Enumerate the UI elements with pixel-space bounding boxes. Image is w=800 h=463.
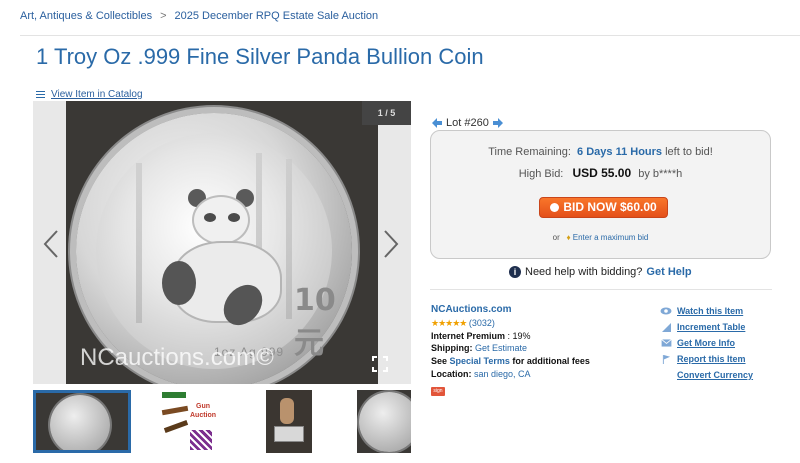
eye-icon — [660, 306, 672, 316]
thumbnail-1[interactable] — [33, 390, 131, 453]
lot-number: Lot #260 — [446, 117, 489, 129]
special-terms-link[interactable]: Special Terms — [450, 356, 510, 366]
max-bid-row: or ♦ Enter a maximum bid — [431, 233, 770, 242]
breadcrumb-link-auction[interactable]: 2025 December RPQ Estate Sale Auction — [175, 10, 379, 22]
internet-premium-label: Internet Premium — [431, 330, 506, 341]
chart-icon — [660, 322, 672, 332]
get-help-link[interactable]: Get Help — [646, 266, 691, 278]
list-icon — [36, 90, 48, 99]
thumbnail-gun-label: Gun — [196, 403, 211, 410]
increment-table-label: Increment Table — [677, 322, 746, 332]
max-bid-prefix: or — [552, 233, 560, 242]
thumbnail-auction-label: Auction — [190, 412, 217, 419]
flag-icon — [660, 354, 672, 364]
breadcrumb-link-category[interactable]: Art, Antiques & Collectibles — [20, 10, 152, 22]
get-more-info-link[interactable]: Get More Info — [660, 335, 753, 351]
breadcrumb: Art, Antiques & Collectibles >2025 Decemb… — [20, 10, 378, 22]
bid-now-button[interactable]: BID NOW $60.00 — [539, 197, 668, 218]
location-link[interactable]: san diego, CA — [474, 369, 531, 379]
seller-name-link[interactable]: NCAuctions.com — [431, 304, 512, 315]
image-gallery: 10元 1oz Ag 999 NCauctions.com© 1 / 5 — [33, 101, 411, 384]
fullscreen-icon[interactable] — [372, 356, 388, 372]
increment-table-link[interactable]: Increment Table — [660, 319, 753, 335]
thumbnail-2[interactable]: Gun Auction — [160, 390, 218, 453]
breadcrumb-separator: > — [160, 10, 167, 22]
next-lot-arrow-icon[interactable] — [492, 118, 503, 128]
high-bidder: by b****h — [638, 168, 683, 180]
coin-denomination: 10元 — [294, 283, 336, 361]
time-remaining-label: Time Remaining: — [488, 146, 571, 158]
high-bid-row: High Bid: USD 55.00 by b****h — [431, 166, 770, 180]
prev-lot-arrow-icon[interactable] — [432, 118, 442, 128]
bid-box: Time Remaining: 6 Days 11 Hours left to … — [430, 130, 771, 259]
watch-item-label: Watch this Item — [677, 306, 744, 316]
photo-watermark: NCauctions.com© — [80, 344, 274, 371]
main-photo[interactable]: 10元 1oz Ag 999 NCauctions.com© — [66, 101, 378, 384]
enter-max-bid-link[interactable]: Enter a maximum bid — [573, 233, 649, 242]
bid-now-label: BID NOW $60.00 — [563, 200, 657, 214]
convert-currency-label: Convert Currency — [677, 370, 754, 380]
view-in-catalog-link[interactable]: View Item in Catalog — [36, 89, 143, 100]
view-in-catalog-label: View Item in Catalog — [51, 89, 143, 100]
terms-suffix: for additional fees — [512, 356, 590, 367]
report-item-link[interactable]: Report this Item — [660, 351, 753, 367]
thumbnail-3[interactable] — [266, 390, 312, 453]
bid-icon — [550, 203, 560, 212]
rating-stars-icon: ★★★★★ — [431, 317, 467, 328]
high-bid-amount: USD 55.00 — [572, 166, 632, 180]
get-more-info-label: Get More Info — [677, 338, 735, 348]
see-label: See — [431, 356, 448, 367]
prev-image-arrow-icon[interactable] — [41, 229, 61, 259]
header-divider — [20, 35, 800, 36]
page-title: 1 Troy Oz .999 Fine Silver Panda Bullion… — [36, 44, 484, 69]
time-remaining-value: 6 Days 11 Hours — [577, 146, 663, 158]
mail-icon — [660, 338, 672, 348]
item-actions: Watch this Item Increment Table Get More… — [660, 303, 753, 383]
get-estimate-link[interactable]: Get Estimate — [475, 343, 527, 353]
location-label: Location: — [431, 368, 472, 379]
next-image-arrow-icon[interactable] — [381, 229, 401, 259]
shipping-label: Shipping: — [431, 343, 473, 354]
report-item-label: Report this Item — [677, 354, 746, 364]
time-remaining-row: Time Remaining: 6 Days 11 Hours left to … — [431, 146, 770, 158]
rating-count-link[interactable]: (3032) — [469, 318, 495, 328]
pin-icon: ♦ — [566, 233, 571, 242]
section-divider — [430, 289, 772, 290]
lot-navigation: Lot #260 — [432, 117, 503, 129]
thumbnail-4[interactable] — [357, 390, 411, 453]
seller-info: NCAuctions.com ★★★★★ (3032) Internet Pre… — [431, 303, 590, 396]
info-icon: i — [509, 266, 521, 278]
help-text: Need help with bidding? — [525, 266, 643, 278]
image-counter: 1 / 5 — [362, 101, 411, 125]
high-bid-label: High Bid: — [518, 168, 564, 180]
internet-premium-value: : 19% — [507, 330, 531, 341]
bidding-help: i Need help with bidding? Get Help — [509, 266, 692, 278]
time-remaining-suffix: left to bid! — [665, 146, 713, 158]
watch-item-link[interactable]: Watch this Item — [660, 303, 753, 319]
convert-currency-link[interactable]: Convert Currency — [660, 367, 753, 383]
seller-badge-icon[interactable]: sign — [431, 386, 445, 396]
